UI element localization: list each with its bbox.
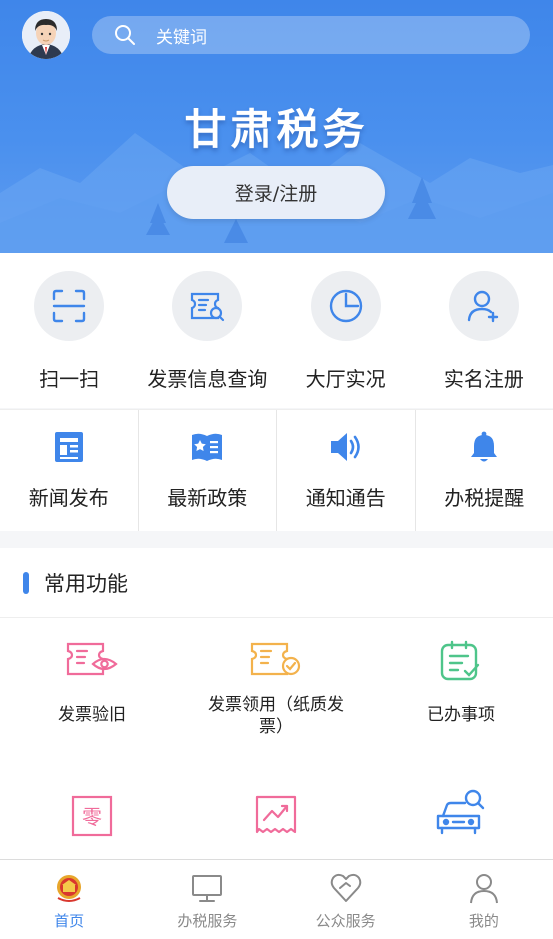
emblem-icon — [57, 875, 82, 902]
tab-home[interactable]: 首页 — [0, 860, 138, 939]
function-vehicle-query[interactable] — [369, 788, 553, 836]
header-banner: 关键词 甘肃税务 登录/注册 — [0, 0, 553, 253]
function-invoice-verify-old[interactable]: 发票验旧 — [0, 640, 184, 726]
section-accent-bar — [23, 571, 29, 594]
search-bar[interactable]: 关键词 — [92, 16, 530, 54]
function-grid: 发票验旧 发票领用（纸质发票） 已办事项 零 — [0, 618, 553, 860]
speaker-icon — [330, 433, 360, 461]
function-invoice-receive-paper[interactable]: 发票领用（纸质发票） — [184, 640, 368, 738]
search-icon — [115, 25, 135, 45]
quick-scan[interactable]: 扫一扫 — [0, 253, 138, 408]
common-functions-panel: 常用功能 发票验旧 发票领用（纸质发票） 已办事项 零 — [0, 548, 553, 860]
bell-icon — [471, 431, 498, 462]
section-header: 常用功能 — [0, 548, 553, 618]
shortcut-notices[interactable]: 通知通告 — [277, 410, 416, 531]
quick-label: 发票信息查询 — [147, 367, 268, 391]
function-income-report[interactable] — [184, 794, 368, 838]
tab-label: 首页 — [54, 912, 85, 930]
invoice-eye-icon — [66, 642, 118, 676]
tab-public-services[interactable]: 公众服务 — [277, 860, 415, 939]
heart-icon — [330, 873, 361, 902]
car-search-icon — [436, 789, 485, 835]
bottom-tab-bar: 首页 办税服务 公众服务 我的 — [0, 859, 553, 939]
clipboard-check-icon — [440, 640, 480, 681]
tab-label: 公众服务 — [315, 912, 376, 930]
svg-text:零: 零 — [82, 805, 102, 829]
brand-title: 甘肃税务 — [184, 105, 369, 154]
shortcut-news[interactable]: 新闻发布 — [0, 410, 139, 531]
monitor-icon — [192, 875, 223, 902]
avatar[interactable] — [22, 11, 70, 59]
shortcut-policy[interactable]: 最新政策 — [139, 410, 277, 531]
tab-label: 我的 — [468, 912, 499, 930]
quick-actions: 扫一扫 发票信息查询 大厅实况 实名注册 — [0, 253, 553, 408]
trend-receipt-icon — [255, 795, 297, 834]
policy-book-icon — [192, 433, 223, 461]
invoice-search-icon — [191, 292, 225, 322]
function-label: 发票领用（纸质发票） — [208, 695, 344, 737]
tab-mine[interactable]: 我的 — [415, 860, 553, 939]
shortcut-label: 新闻发布 — [28, 486, 109, 510]
function-completed-items[interactable]: 已办事项 — [369, 640, 553, 726]
quick-invoice-query[interactable]: 发票信息查询 — [138, 253, 276, 408]
shortcut-label: 办税提醒 — [444, 486, 525, 510]
avatar-icon — [22, 11, 70, 59]
clock-pie-icon — [329, 289, 362, 323]
user-icon — [469, 874, 498, 904]
quick-label: 实名注册 — [443, 367, 524, 391]
scan-icon — [52, 289, 86, 323]
section-title: 常用功能 — [44, 571, 128, 596]
quick-label: 大厅实况 — [305, 367, 386, 391]
shortcut-tax-reminder[interactable]: 办税提醒 — [416, 410, 553, 531]
quick-label: 扫一扫 — [39, 367, 100, 391]
quick-realname-register[interactable]: 实名注册 — [415, 253, 553, 408]
invoice-check-icon — [250, 642, 301, 676]
zero-tax-icon: 零 — [71, 795, 113, 837]
function-label: 发票验旧 — [58, 705, 126, 725]
tab-tax-services[interactable]: 办税服务 — [138, 860, 276, 939]
tab-label: 办税服务 — [177, 912, 238, 930]
shortcut-label: 最新政策 — [167, 486, 248, 510]
login-register-button[interactable]: 登录/注册 — [167, 166, 385, 219]
search-placeholder: 关键词 — [156, 27, 207, 48]
shortcut-label: 通知通告 — [305, 486, 386, 510]
news-icon — [54, 432, 83, 462]
function-zero-declaration[interactable]: 零 — [0, 794, 184, 838]
info-shortcuts: 新闻发布 最新政策 通知通告 办税提醒 — [0, 409, 553, 531]
user-add-icon — [467, 290, 499, 323]
function-label: 已办事项 — [427, 705, 495, 725]
quick-hall-live[interactable]: 大厅实况 — [277, 253, 415, 408]
